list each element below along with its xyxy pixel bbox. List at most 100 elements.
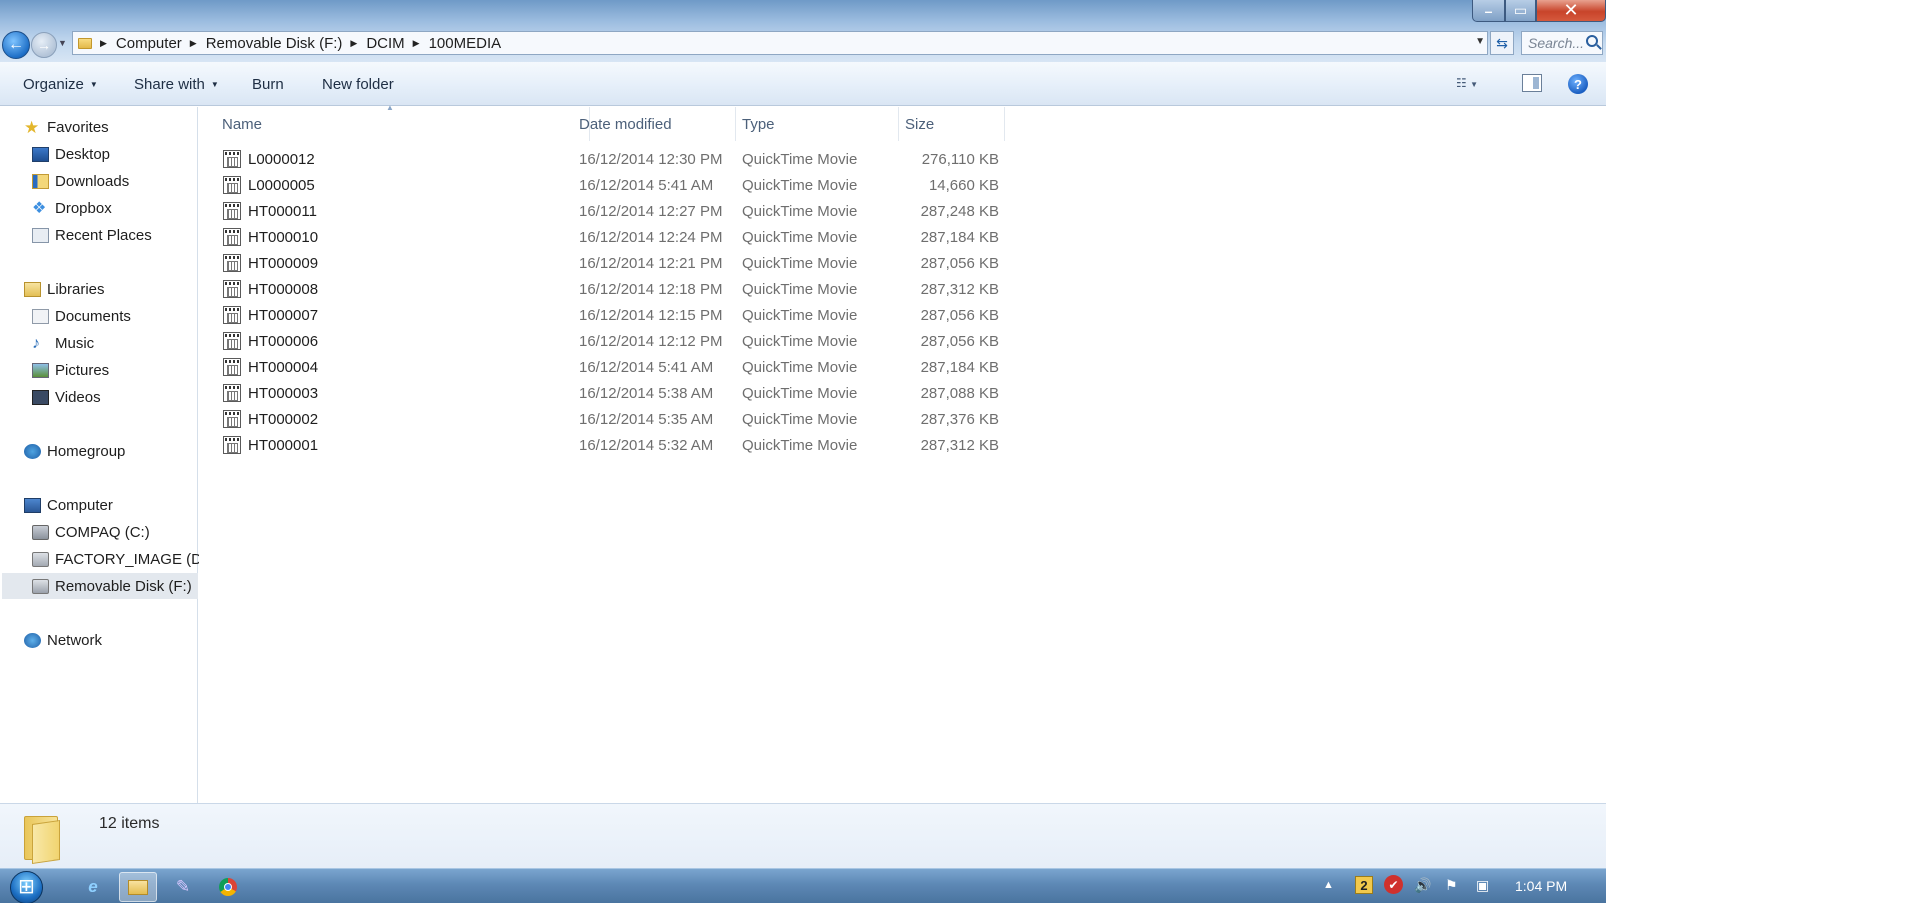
help-button[interactable]: ?	[1568, 74, 1588, 94]
hard-drive-icon	[32, 551, 49, 567]
nav-music[interactable]: ♪ Music	[32, 331, 94, 355]
change-view-button[interactable]: ☷ ▼	[1456, 76, 1494, 94]
file-row[interactable]: HT000001 16/12/2014 5:32 AM QuickTime Movi…	[199, 433, 1019, 459]
file-name: HT000007	[248, 307, 319, 324]
new-folder-button[interactable]: New folder	[322, 76, 394, 93]
chevron-right-icon[interactable]: ▶	[413, 38, 420, 49]
nav-drive-d[interactable]: FACTORY_IMAGE (D:)	[32, 547, 211, 571]
nav-network[interactable]: Network	[24, 628, 102, 652]
file-date-modified: 16/12/2014 12:21 PM	[579, 255, 723, 272]
action-center-flag-icon[interactable]: ⚑	[1445, 877, 1458, 894]
file-size: 287,056 KB	[920, 333, 999, 350]
nav-dropbox[interactable]: ❖ Dropbox	[32, 196, 112, 220]
quicktime-movie-icon	[223, 358, 241, 376]
nav-favorites[interactable]: ★ Favorites	[24, 115, 109, 139]
organize-button[interactable]: Organize ▼	[23, 76, 98, 93]
breadcrumb-computer[interactable]: Computer	[116, 35, 182, 52]
refresh-button[interactable]: ⇆	[1490, 31, 1514, 55]
file-row[interactable]: HT000011 16/12/2014 12:27 PM QuickTime Mov…	[199, 199, 1019, 225]
forward-button[interactable]: →	[31, 32, 57, 58]
column-header-size[interactable]: Size	[899, 107, 1005, 141]
nav-label: Desktop	[55, 145, 111, 163]
file-name: HT000006	[248, 333, 319, 350]
file-row[interactable]: HT000002 16/12/2014 5:35 AM QuickTime Movi…	[199, 407, 1019, 433]
nav-desktop[interactable]: Desktop	[32, 142, 110, 166]
start-button[interactable]	[10, 871, 43, 903]
file-row[interactable]: HT000010 16/12/2014 12:24 PM QuickTime Mov…	[199, 225, 1019, 251]
clock[interactable]: 1:04 PM	[1515, 878, 1567, 894]
file-name: L0000012	[248, 151, 315, 168]
nav-drive-f[interactable]: Removable Disk (F:)	[2, 573, 198, 599]
breadcrumb-100media[interactable]: 100MEDIA	[429, 35, 502, 52]
search-input[interactable]: Search...	[1521, 31, 1603, 55]
recent-pages-dropdown[interactable]: ▼	[58, 38, 67, 48]
show-hidden-icons-button[interactable]: ▲	[1323, 879, 1334, 891]
quicktime-movie-icon	[223, 202, 241, 220]
file-row[interactable]: L0000012 16/12/2014 12:30 PM QuickTime Mov…	[199, 147, 1019, 173]
file-row[interactable]: HT000007 16/12/2014 12:15 PM QuickTime Mov…	[199, 303, 1019, 329]
star-icon: ★	[24, 117, 40, 137]
column-header-type[interactable]: Type	[736, 107, 899, 141]
file-row[interactable]: HT000003 16/12/2014 5:38 AM QuickTime Movi…	[199, 381, 1019, 407]
taskbar-windows-explorer[interactable]	[119, 872, 157, 902]
taskbar-internet-explorer[interactable]: e	[74, 872, 112, 902]
file-type: QuickTime Movie	[742, 437, 858, 454]
minimize-button[interactable]: –	[1472, 0, 1505, 22]
recent-places-icon	[32, 227, 49, 243]
nav-recent-places[interactable]: Recent Places	[32, 223, 152, 247]
share-with-button[interactable]: Share with ▼	[134, 76, 219, 93]
file-row[interactable]: HT000008 16/12/2014 12:18 PM QuickTime Mov…	[199, 277, 1019, 303]
nav-label: Downloads	[55, 172, 130, 190]
nav-libraries[interactable]: Libraries	[24, 277, 105, 301]
file-name: HT000008	[248, 281, 319, 298]
breadcrumb-removable-disk[interactable]: Removable Disk (F:)	[206, 35, 343, 52]
nav-homegroup[interactable]: Homegroup	[24, 439, 125, 463]
burn-button[interactable]: Burn	[252, 76, 284, 93]
nav-drive-c[interactable]: COMPAQ (C:)	[32, 520, 150, 544]
chevron-right-icon[interactable]: ▶	[350, 38, 357, 49]
file-date-modified: 16/12/2014 5:38 AM	[579, 385, 714, 402]
address-dropdown-icon[interactable]: ▼	[1475, 36, 1485, 47]
preview-pane-button[interactable]	[1522, 74, 1542, 92]
file-row[interactable]: HT000004 16/12/2014 5:41 AM QuickTime Movi…	[199, 355, 1019, 381]
downloads-folder-icon	[32, 173, 49, 189]
address-bar[interactable]: ▶ Computer ▶ Removable Disk (F:) ▶ DCIM …	[72, 31, 1488, 55]
chevron-right-icon[interactable]: ▶	[100, 38, 107, 49]
file-size: 14,660 KB	[928, 177, 999, 194]
nav-pictures[interactable]: Pictures	[32, 358, 109, 382]
column-header-date[interactable]: Date modified	[573, 107, 736, 141]
network-icon	[24, 632, 41, 648]
nav-downloads[interactable]: Downloads	[32, 169, 129, 193]
file-date-modified: 16/12/2014 12:12 PM	[579, 333, 723, 350]
nav-computer[interactable]: Computer	[24, 493, 113, 517]
file-name: L0000005	[248, 177, 315, 194]
search-icon[interactable]	[1586, 35, 1598, 47]
back-button[interactable]: ←	[2, 31, 30, 59]
breadcrumb-dcim[interactable]: DCIM	[366, 35, 404, 52]
antivirus-icon[interactable]: ✔	[1384, 875, 1403, 894]
file-date-modified: 16/12/2014 5:41 AM	[579, 177, 714, 194]
close-button[interactable]: ✕	[1536, 0, 1606, 22]
chevron-right-icon[interactable]: ▶	[190, 38, 197, 49]
item-count: 12 items	[99, 815, 160, 832]
file-row[interactable]: HT000006 16/12/2014 12:12 PM QuickTime Mov…	[199, 329, 1019, 355]
file-type: QuickTime Movie	[742, 385, 858, 402]
libraries-icon	[24, 281, 41, 297]
file-name: HT000010	[248, 229, 319, 246]
volume-icon[interactable]: 🔊	[1414, 877, 1431, 894]
command-bar: Organize ▼ Share with ▼ Burn New folder ☷ …	[0, 62, 1606, 106]
file-type: QuickTime Movie	[742, 177, 858, 194]
maximize-button[interactable]: ▭	[1505, 0, 1536, 22]
file-row[interactable]: L0000005 16/12/2014 5:41 AM QuickTime Movi…	[199, 173, 1019, 199]
network-status-icon[interactable]: ▣	[1476, 877, 1489, 894]
nav-videos[interactable]: Videos	[32, 385, 101, 409]
taskbar-chrome[interactable]	[209, 872, 247, 902]
file-row[interactable]: HT000009 16/12/2014 12:21 PM QuickTime Mov…	[199, 251, 1019, 277]
file-date-modified: 16/12/2014 12:27 PM	[579, 203, 723, 220]
tray-notification-badge[interactable]: 2	[1355, 876, 1373, 894]
nav-documents[interactable]: Documents	[32, 304, 131, 328]
column-header-name[interactable]: Name	[216, 107, 590, 141]
taskbar-app[interactable]: ✎	[164, 872, 202, 902]
desktop-icon	[32, 146, 49, 162]
file-size: 287,376 KB	[920, 411, 999, 428]
